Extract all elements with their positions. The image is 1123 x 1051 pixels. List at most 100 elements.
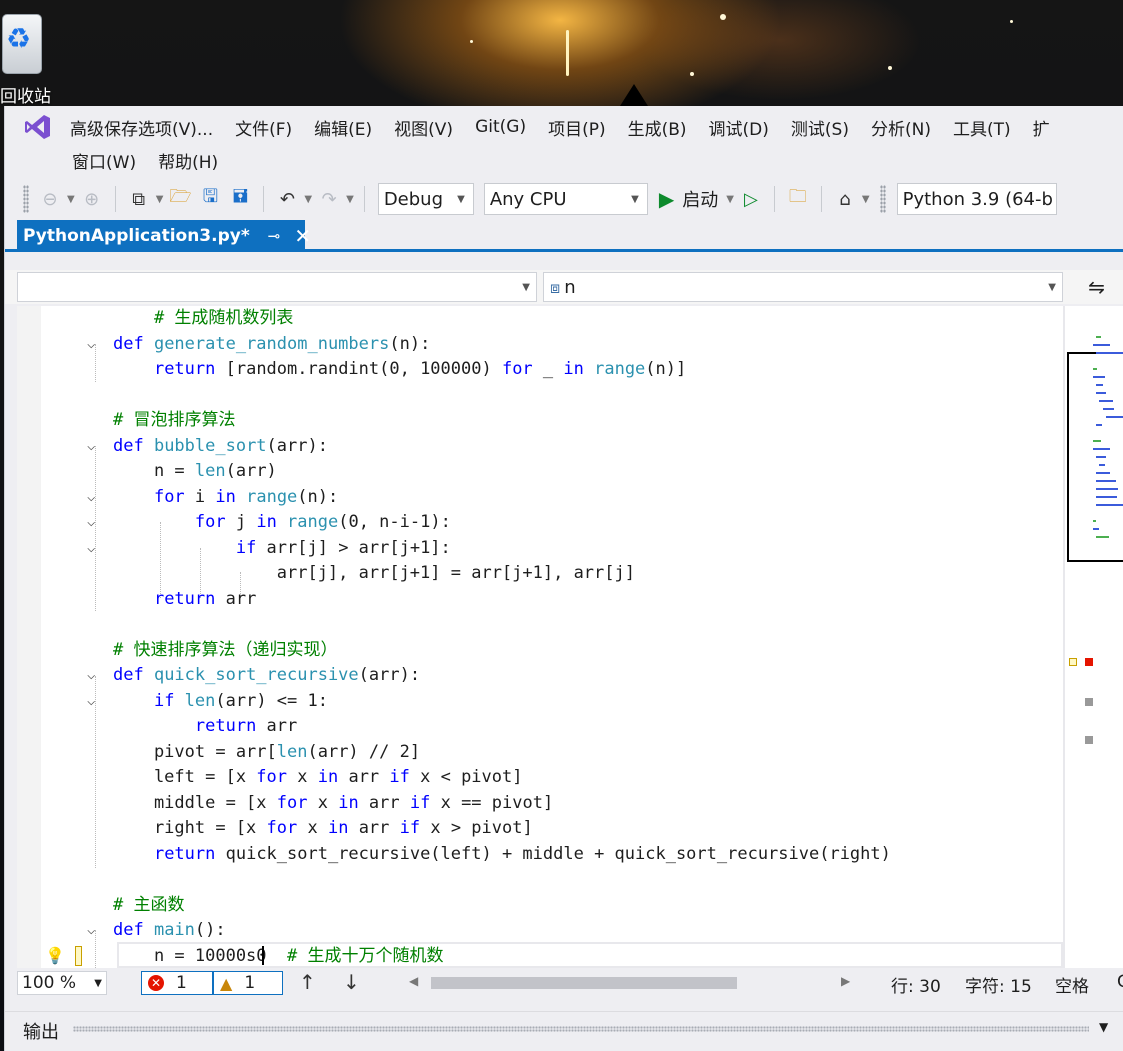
split-editor-icon[interactable]: ⇋ — [1069, 272, 1123, 302]
platform-select[interactable]: Any CPU ▼ — [483, 183, 648, 215]
line-indicator[interactable]: 行: 30 — [891, 972, 941, 997]
next-issue-icon[interactable]: ↓ — [343, 970, 360, 994]
panel-grip[interactable] — [73, 1026, 1089, 1032]
menu-tools[interactable]: 工具(T) — [942, 115, 1022, 140]
minimap-viewport[interactable] — [1067, 352, 1123, 562]
code-line[interactable]: pivot = arr[len(arr) // 2] — [17, 740, 1063, 766]
line-ending-indicator[interactable]: C — [1117, 972, 1123, 992]
chevron-down-icon[interactable]: ▼ — [1099, 1020, 1108, 1034]
code-line[interactable]: # 生成随机数列表 — [17, 306, 1063, 332]
visual-studio-logo-icon[interactable] — [23, 112, 53, 142]
collapse-chevron-icon[interactable]: ⌵ — [87, 485, 103, 511]
menu-view[interactable]: 视图(V) — [383, 115, 464, 140]
menu-window[interactable]: 窗口(W) — [61, 148, 147, 173]
collapse-chevron-icon[interactable]: ⌵ — [87, 663, 103, 689]
code-line[interactable]: ⌵ def bubble_sort(arr): — [17, 434, 1063, 460]
configuration-select[interactable]: Debug ▼ — [377, 183, 474, 215]
navigate-back-icon[interactable]: ⊖ — [38, 185, 62, 213]
code-line[interactable]: ⌵ if len(arr) <= 1: — [17, 689, 1063, 715]
undo-icon[interactable]: ↶ — [275, 185, 299, 213]
column-indicator[interactable]: 字符: 15 — [965, 972, 1032, 997]
output-panel-title[interactable]: 输出 — [23, 1018, 59, 1044]
code-line[interactable]: # 主函数 — [17, 893, 1063, 919]
collapse-chevron-icon[interactable]: ⌵ — [87, 510, 103, 536]
menu-edit[interactable]: 编辑(E) — [303, 115, 383, 140]
menu-project[interactable]: 项目(P) — [537, 115, 617, 140]
code-line[interactable]: middle = [x for x in arr if x == pivot] — [17, 791, 1063, 817]
code-line[interactable]: arr[j], arr[j+1] = arr[j+1], arr[j] — [17, 561, 1063, 587]
scope-dropdown[interactable]: ▼ — [17, 272, 537, 302]
collapse-chevron-icon[interactable]: ⌵ — [87, 536, 103, 562]
code-line[interactable] — [17, 383, 1063, 409]
code-line[interactable]: return arr — [17, 587, 1063, 613]
document-tab[interactable]: PythonApplication3.py* ⊸ ✕ — [17, 220, 311, 252]
find-in-files-icon[interactable]: 🗀 — [786, 185, 810, 213]
start-without-debugging-icon[interactable]: ▷ — [739, 185, 763, 213]
scroll-left-icon[interactable]: ◀ — [409, 974, 418, 988]
menu-git[interactable]: Git(G) — [464, 117, 537, 137]
indent-indicator[interactable]: 空格 — [1055, 972, 1089, 997]
recycle-bin-label[interactable]: 回收站 — [0, 82, 51, 107]
new-project-icon[interactable]: ⧉ — [127, 185, 151, 213]
chevron-down-icon[interactable]: ▼ — [346, 194, 354, 205]
code-line[interactable] — [17, 867, 1063, 893]
previous-issue-icon[interactable]: ↑ — [299, 970, 316, 994]
recycle-bin-icon[interactable]: ♻ — [0, 8, 46, 74]
menu-extensions[interactable]: 扩 — [1022, 115, 1061, 140]
open-folder-icon[interactable]: 🗁 — [168, 185, 192, 213]
code-line[interactable]: ⌵ def main(): — [17, 918, 1063, 944]
python-environments-icon[interactable]: ⌂ — [833, 185, 857, 213]
pin-icon[interactable]: ⊸ — [268, 227, 281, 245]
save-all-icon[interactable]: 🖬 — [228, 185, 252, 213]
toolbar-grip[interactable] — [879, 185, 886, 213]
close-icon[interactable]: ✕ — [294, 224, 311, 248]
menu-build[interactable]: 生成(B) — [617, 115, 698, 140]
code-line[interactable]: right = [x for x in arr if x > pivot] — [17, 816, 1063, 842]
chevron-down-icon[interactable]: ▼ — [304, 194, 312, 205]
error-count-button[interactable]: ✕ 1 — [141, 971, 213, 995]
save-icon[interactable]: 🖫 — [198, 185, 222, 213]
code-line[interactable]: # 冒泡排序算法 — [17, 408, 1063, 434]
chevron-down-icon[interactable]: ▼ — [67, 194, 75, 205]
toolbar-grip[interactable] — [23, 185, 29, 213]
menu-help[interactable]: 帮助(H) — [147, 148, 229, 173]
code-line[interactable]: ⌵ for i in range(n): — [17, 485, 1063, 511]
menu-test[interactable]: 测试(S) — [780, 115, 860, 140]
menu-analyze[interactable]: 分析(N) — [860, 115, 942, 140]
code-line[interactable]: n = 10000s0 # 生成十万个随机数 — [17, 944, 1063, 969]
code-minimap[interactable] — [1065, 306, 1123, 968]
collapse-chevron-icon[interactable]: ⌵ — [87, 918, 103, 944]
code-line[interactable]: left = [x for x in arr if x < pivot] — [17, 765, 1063, 791]
collapse-chevron-icon[interactable]: ⌵ — [87, 434, 103, 460]
redo-icon[interactable]: ↷ — [317, 185, 341, 213]
collapse-chevron-icon[interactable]: ⌵ — [87, 689, 103, 715]
code-line[interactable]: return [random.randint(0, 100000) for _ … — [17, 357, 1063, 383]
chevron-down-icon[interactable]: ▼ — [862, 194, 870, 205]
output-panel-header[interactable]: 输出 ▼ — [5, 1011, 1123, 1045]
scroll-right-icon[interactable]: ▶ — [841, 974, 850, 988]
menu-advanced-save[interactable]: 高级保存选项(V)... — [59, 115, 224, 140]
scrollbar-thumb[interactable] — [431, 977, 737, 989]
collapse-chevron-icon[interactable]: ⌵ — [87, 332, 103, 358]
code-line[interactable]: return arr — [17, 714, 1063, 740]
navigate-forward-icon[interactable]: ⊕ — [80, 185, 104, 213]
code-editor[interactable]: 💡 # 生成随机数列表 ⌵ def generate_random_numbers(… — [17, 306, 1063, 968]
horizontal-scrollbar[interactable]: ◀ ▶ — [409, 974, 859, 992]
menu-file[interactable]: 文件(F) — [224, 115, 303, 140]
code-line[interactable]: ⌵ for j in range(0, n-i-1): — [17, 510, 1063, 536]
zoom-select[interactable]: 100 % ▼ — [17, 971, 107, 995]
python-interpreter-select[interactable]: Python 3.9 (64-b — [896, 183, 1057, 215]
code-line[interactable]: ⌵ if arr[j] > arr[j+1]: — [17, 536, 1063, 562]
code-line[interactable] — [17, 612, 1063, 638]
member-dropdown[interactable]: ⧈ n ▼ — [543, 272, 1063, 302]
code-line[interactable]: ⌵ def quick_sort_recursive(arr): — [17, 663, 1063, 689]
code-line[interactable]: n = len(arr) — [17, 459, 1063, 485]
chevron-down-icon[interactable]: ▼ — [726, 194, 734, 205]
warning-count-button[interactable]: ▲ 1 — [213, 971, 283, 995]
code-line[interactable]: ⌵ def generate_random_numbers(n): — [17, 332, 1063, 358]
start-debugging-button[interactable]: ▶ 启动 — [659, 186, 718, 212]
code-line[interactable]: return quick_sort_recursive(left) + midd… — [17, 842, 1063, 868]
code-line[interactable]: # 快速排序算法（递归实现） — [17, 638, 1063, 664]
menu-debug[interactable]: 调试(D) — [698, 115, 780, 140]
chevron-down-icon[interactable]: ▼ — [156, 194, 164, 205]
